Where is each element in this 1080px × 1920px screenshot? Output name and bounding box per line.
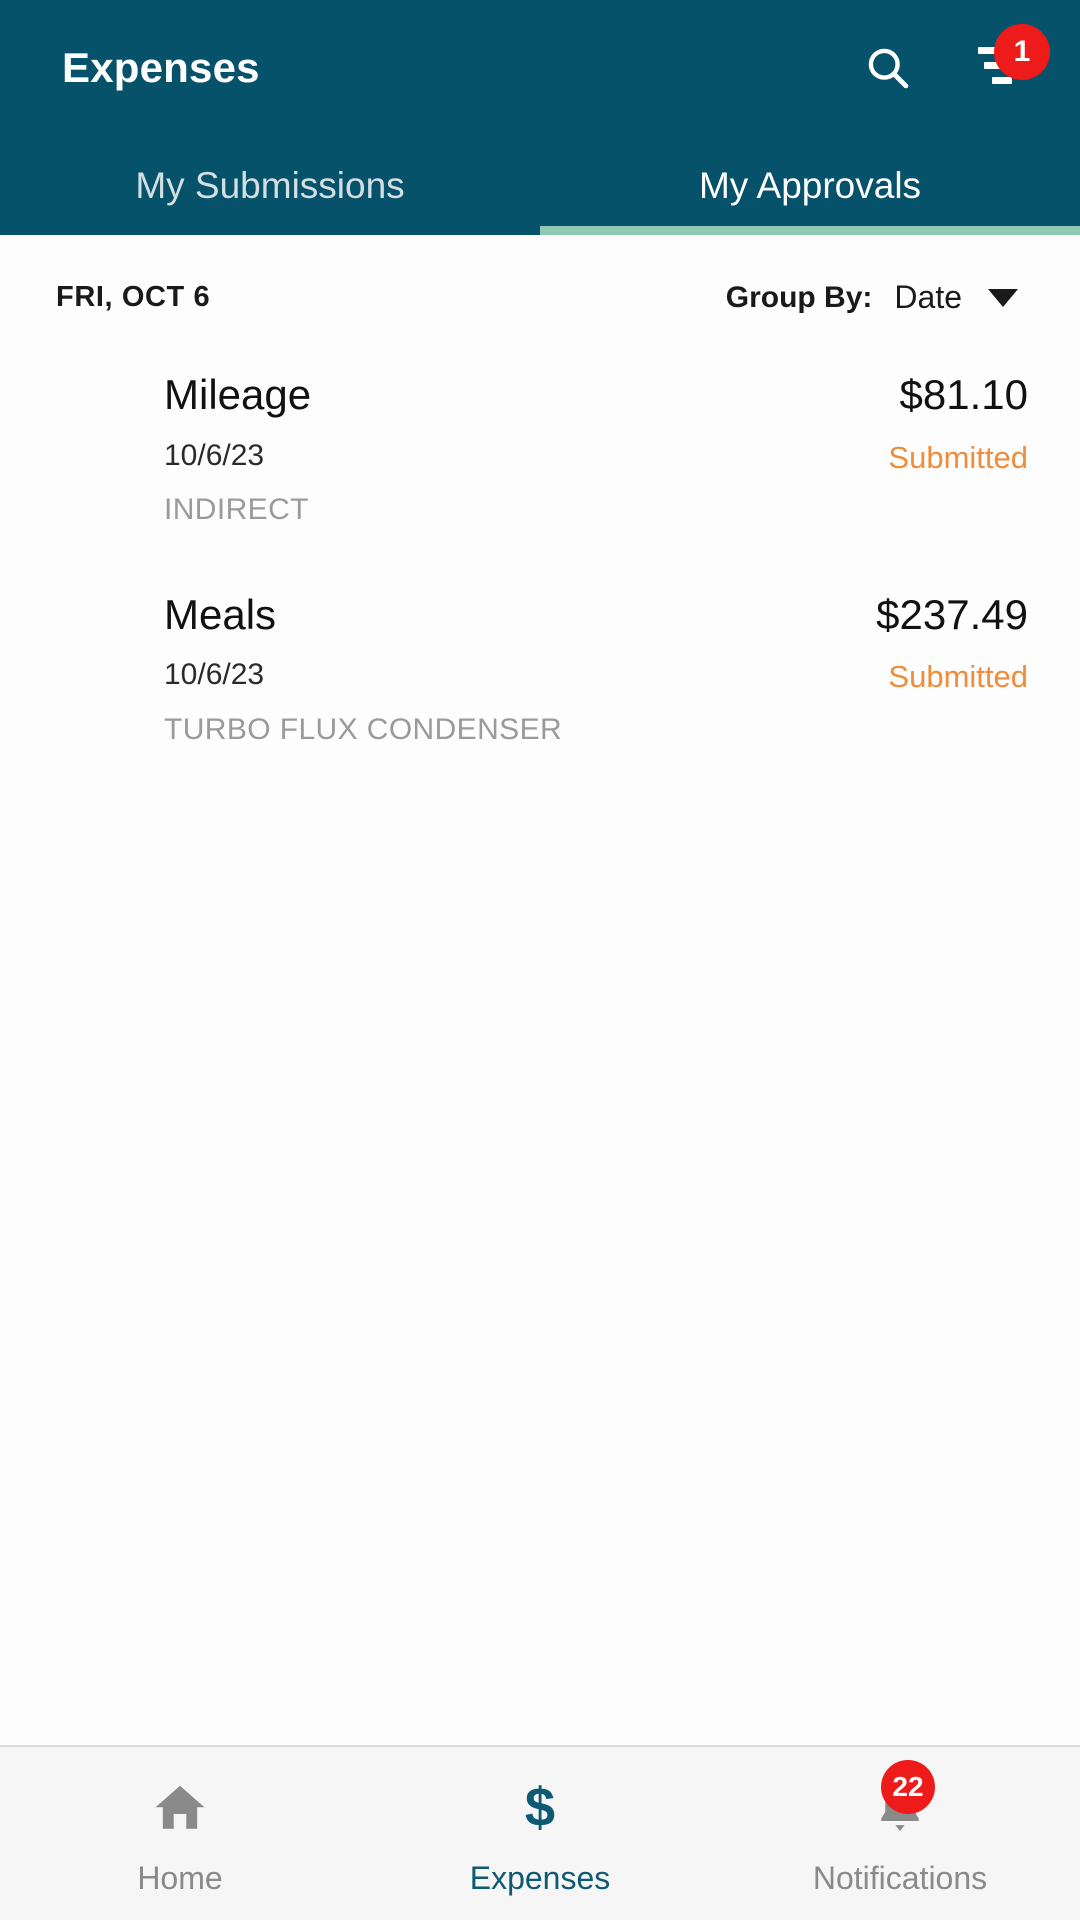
nav-item-notifications-label: Notifications	[812, 1859, 988, 1896]
tab-my-approvals-label: My Approvals	[698, 164, 922, 206]
filter-badge: 1	[994, 23, 1050, 80]
content-area: FRI, OCT 6 Group By: Date Mileage 10/6/2…	[0, 235, 1080, 1745]
expense-title: Mileage	[164, 371, 312, 418]
home-icon	[143, 1774, 217, 1840]
expense-date: 10/6/23	[164, 438, 265, 472]
bell-icon: 22	[863, 1759, 937, 1840]
bottom-navigation: Home $ Expenses 22 Notifications	[0, 1745, 1080, 1920]
nav-item-notifications[interactable]: 22 Notifications	[720, 1747, 1080, 1920]
search-button[interactable]	[856, 36, 920, 100]
expense-date: 10/6/23	[164, 658, 265, 692]
status-badge: Submitted	[888, 659, 1028, 695]
expense-details: Mileage 10/6/23 INDIRECT	[164, 370, 888, 528]
svg-text:$: $	[525, 1778, 555, 1838]
expense-category: INDIRECT	[164, 493, 309, 527]
nav-item-home[interactable]: Home	[0, 1747, 360, 1920]
filter-button[interactable]: 1	[970, 23, 1050, 100]
expense-amount: $81.10	[899, 371, 1028, 418]
tab-my-submissions-label: My Submissions	[135, 164, 405, 206]
chevron-down-icon	[988, 288, 1018, 307]
expense-details: Meals 10/6/23 TURBO FLUX CONDENSER	[164, 590, 876, 748]
status-badge: Submitted	[888, 439, 1028, 475]
group-header-bar: FRI, OCT 6 Group By: Date	[0, 235, 1080, 316]
expense-list: Mileage 10/6/23 INDIRECT $81.10 Submitte…	[0, 316, 1080, 747]
nav-item-home-label: Home	[137, 1859, 223, 1896]
expense-summary: $237.49 Submitted	[876, 590, 1028, 748]
search-icon	[868, 48, 909, 88]
expense-summary: $81.10 Submitted	[888, 370, 1028, 528]
expense-category: TURBO FLUX CONDENSER	[164, 712, 563, 746]
expense-row-mileage[interactable]: Mileage 10/6/23 INDIRECT $81.10 Submitte…	[0, 370, 1080, 528]
expense-title: Meals	[164, 590, 277, 638]
page-title: Expenses	[62, 43, 260, 91]
tab-bar: My Submissions My Approvals	[0, 135, 1080, 235]
notifications-badge: 22	[881, 1759, 935, 1814]
group-date-label: FRI, OCT 6	[56, 281, 211, 313]
app-bar: Expenses 1	[0, 0, 1080, 135]
dollar-icon: $	[503, 1774, 577, 1840]
group-by-value: Date	[894, 279, 962, 315]
group-by-control[interactable]: Group By: Date	[726, 279, 1018, 316]
tab-my-submissions[interactable]: My Submissions	[0, 135, 540, 235]
expense-row-meals[interactable]: Meals 10/6/23 TURBO FLUX CONDENSER $237.…	[0, 590, 1080, 748]
tab-my-approvals[interactable]: My Approvals	[540, 135, 1080, 235]
group-by-label: Group By:	[725, 280, 873, 314]
expense-amount: $237.49	[876, 590, 1028, 638]
nav-item-expenses[interactable]: $ Expenses	[360, 1747, 720, 1920]
expenses-screen: Expenses 1 My Submissions My Approvals F…	[0, 0, 1080, 1920]
nav-item-expenses-label: Expenses	[469, 1859, 611, 1896]
app-bar-actions: 1	[856, 23, 1050, 100]
